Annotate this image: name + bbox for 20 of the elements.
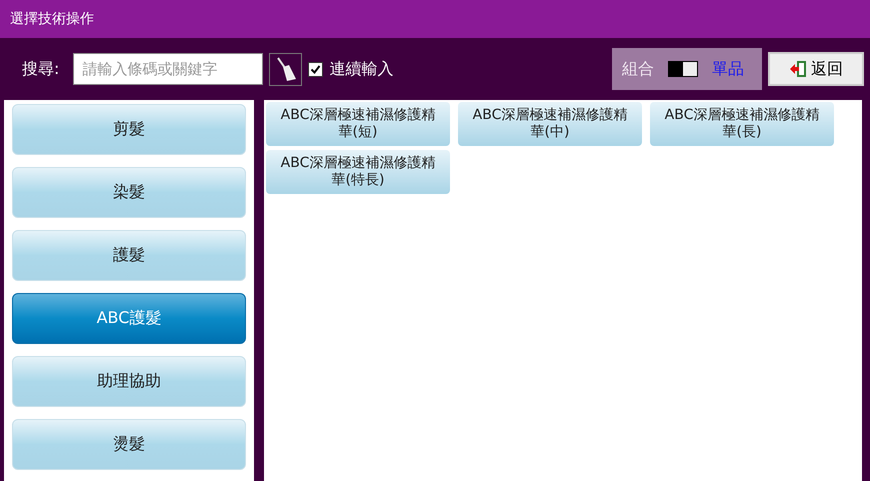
category-button[interactable]: 燙髮	[12, 419, 246, 470]
clear-button[interactable]	[269, 52, 302, 86]
category-button[interactable]: 助理協助	[12, 356, 246, 407]
checkbox-label: 連續輸入	[329, 58, 394, 80]
category-button[interactable]: 染髮	[12, 167, 246, 218]
window-title: 選擇技術操作	[10, 10, 94, 28]
service-button[interactable]: ABC深層極速補濕修護精華(中)	[458, 102, 642, 146]
search-label: 搜尋:	[22, 58, 60, 80]
category-button[interactable]: 護髮	[12, 230, 246, 281]
back-button[interactable]: 返回	[768, 52, 864, 86]
checkbox[interactable]	[308, 62, 324, 76]
category-button[interactable]: ABC護髮	[12, 293, 246, 344]
service-button[interactable]: ABC深層極速補濕修護精華(特長)	[266, 150, 450, 194]
toggle-switch[interactable]	[668, 61, 698, 77]
exit-door-icon	[789, 60, 807, 78]
category-button[interactable]: 剪髮	[12, 104, 246, 155]
service-button[interactable]: ABC深層極速補濕修護精華(短)	[266, 102, 450, 146]
service-button[interactable]: ABC深層極速補濕修護精華(長)	[650, 102, 834, 146]
search-field[interactable]: 請輸入條碼或關鍵字	[73, 53, 264, 85]
broom-icon	[274, 56, 297, 82]
